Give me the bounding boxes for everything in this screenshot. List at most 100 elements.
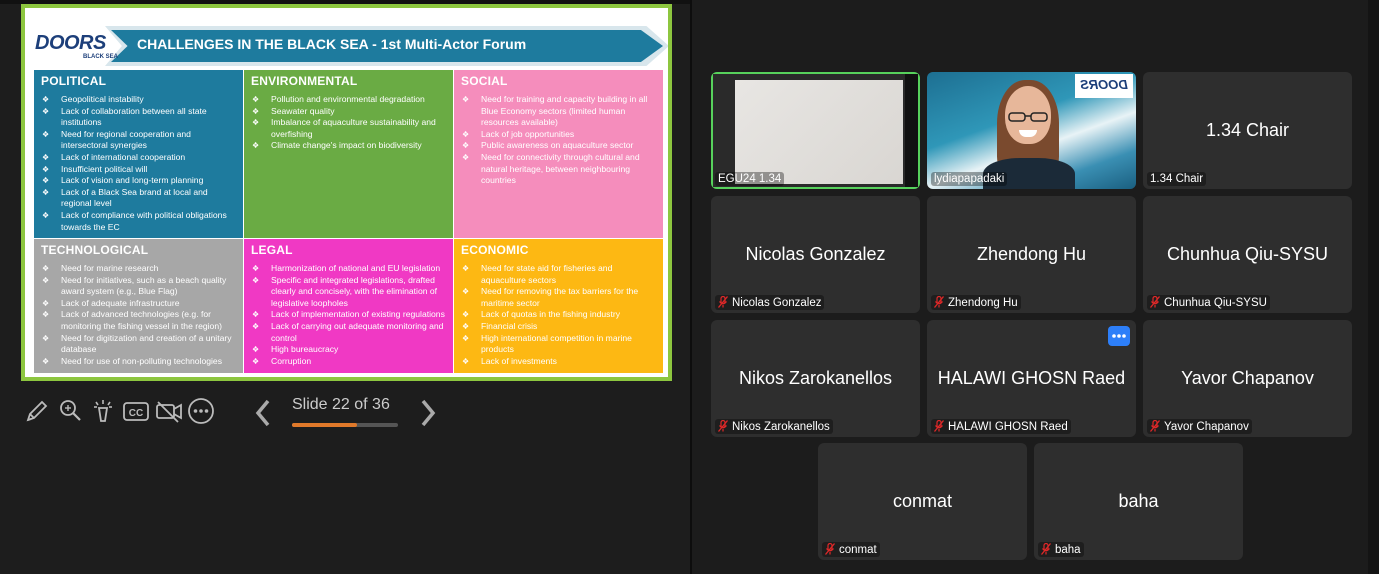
cell-heading: ECONOMIC: [461, 243, 529, 257]
challenge-item: Lack of a Black Sea brand at local and r…: [41, 187, 237, 210]
participant-tile-lydia[interactable]: DOORS lydiapapadaki: [927, 72, 1136, 189]
participant-tile-conmat[interactable]: conmat conmat: [818, 443, 1027, 560]
cell-heading: ENVIRONMENTAL: [251, 74, 358, 88]
more-options-button[interactable]: [1108, 326, 1130, 346]
challenge-item: Lack of international cooperation: [41, 152, 237, 164]
challenge-item: Seawater quality: [251, 106, 447, 118]
challenge-item: Need for connectivity through cultural a…: [461, 152, 657, 187]
cell-list: Need for state aid for fisheries and aqu…: [461, 263, 657, 367]
participant-name-tag: Chunhua Qiu-SYSU: [1147, 295, 1270, 310]
video-feed: [713, 74, 918, 187]
participant-name: HALAWI GHOSN Raed: [948, 421, 1068, 433]
video-person-glasses: [1008, 112, 1048, 122]
cell-list: Geopolitical instabilityLack of collabor…: [41, 94, 237, 233]
participant-display-name: conmat: [892, 491, 953, 511]
challenge-item: Lack of job opportunities: [461, 129, 657, 141]
cell-list: Need for marine researchNeed for initiat…: [41, 263, 237, 367]
video-icon[interactable]: [154, 396, 184, 426]
challenge-item: Lack of collaboration between all state …: [41, 106, 237, 129]
challenge-item: Climate change's impact on biodiversity: [251, 140, 447, 152]
participant-name-tag: 1.34 Chair: [1147, 172, 1207, 186]
cell-heading: TECHNOLOGICAL: [41, 243, 149, 257]
participant-tile-nicolas[interactable]: Nicolas Gonzalez Nicolas Gonzalez: [711, 196, 920, 313]
cell-heading: SOCIAL: [461, 74, 508, 88]
participant-name: Zhendong Hu: [948, 297, 1018, 309]
participant-name: baha: [1055, 544, 1081, 556]
cell-heading: LEGAL: [251, 243, 293, 257]
closed-captions-icon[interactable]: CC: [121, 396, 151, 426]
slide-progress-bar: [292, 423, 398, 427]
challenge-item: Lack of advanced technologies (e.g. for …: [41, 309, 237, 332]
participant-name-tag: baha: [1038, 542, 1084, 557]
cell-list: Pollution and environmental degradationS…: [251, 94, 447, 152]
mirrored-logo-banner: DOORS: [1075, 74, 1133, 98]
participant-name: Nicolas Gonzalez: [732, 297, 822, 309]
challenge-item: Public awareness on aquaculture sector: [461, 140, 657, 152]
slide-title: CHALLENGES IN THE BLACK SEA - 1st Multi-…: [137, 36, 527, 52]
muted-mic-icon: [718, 420, 728, 432]
previous-slide-button[interactable]: [251, 398, 275, 428]
participant-name: Chunhua Qiu-SYSU: [1164, 297, 1267, 309]
participant-name-tag: EGU24 1.34: [715, 172, 785, 186]
participant-tile-nikos[interactable]: Nikos Zarokanellos Nikos Zarokanellos: [711, 320, 920, 437]
next-slide-button[interactable]: [416, 398, 440, 428]
challenge-item: Lack of carrying out adequate monitoring…: [251, 321, 447, 344]
chevron-right-icon: [421, 399, 436, 427]
svg-text:CC: CC: [129, 408, 143, 419]
challenge-item: Lack of implementation of existing regul…: [251, 309, 447, 321]
participant-name-tag: lydiapapadaki: [931, 172, 1008, 186]
slide-frame: DOORS BLACK SEA CHALLENGES IN THE BLACK …: [21, 4, 672, 381]
muted-mic-icon: [825, 543, 835, 555]
political-cell: POLITICAL Geopolitical instabilityLack o…: [34, 70, 243, 238]
participant-name: Nikos Zarokanellos: [732, 421, 830, 433]
challenge-item: Need for use of non-polluting technologi…: [41, 356, 237, 368]
challenge-item: High international competition in marine…: [461, 333, 657, 356]
participant-display-name: 1.34 Chair: [1205, 120, 1290, 140]
challenges-grid: POLITICAL Geopolitical instabilityLack o…: [34, 70, 663, 375]
gallery-scrollbar[interactable]: [1368, 0, 1379, 574]
participant-tile-egu[interactable]: EGU24 1.34: [711, 72, 920, 189]
pen-icon[interactable]: [22, 396, 52, 426]
challenge-item: Lack of compliance with political obliga…: [41, 210, 237, 233]
participant-name-tag: HALAWI GHOSN Raed: [931, 419, 1071, 434]
challenge-item: Harmonization of national and EU legisla…: [251, 263, 447, 275]
challenge-item: Specific and integrated legislations, dr…: [251, 275, 447, 310]
challenge-item: Corruption: [251, 356, 447, 368]
economic-cell: ECONOMIC Need for state aid for fisherie…: [454, 239, 663, 373]
challenge-item: Financial crisis: [461, 321, 657, 333]
challenge-item: High bureaucracy: [251, 344, 447, 356]
participant-name-tag: Nikos Zarokanellos: [715, 419, 833, 434]
chevron-left-icon: [255, 399, 270, 427]
more-icon[interactable]: [186, 396, 216, 426]
shared-screen: DOORS BLACK SEA CHALLENGES IN THE BLACK …: [0, 0, 690, 574]
challenge-item: Need for removing the tax barriers for t…: [461, 286, 657, 309]
participant-display-name: Zhendong Hu: [976, 244, 1087, 264]
slide: DOORS BLACK SEA CHALLENGES IN THE BLACK …: [25, 8, 668, 377]
laser-pointer-icon[interactable]: [88, 396, 118, 426]
participant-name: Yavor Chapanov: [1164, 421, 1249, 433]
challenge-item: Need for digitization and creation of a …: [41, 333, 237, 356]
doors-logo: DOORS BLACK SEA: [29, 30, 125, 66]
participant-tile-chair[interactable]: 1.34 Chair 1.34 Chair: [1143, 72, 1352, 189]
participant-tile-halawi[interactable]: HALAWI GHOSN Raed HALAWI GHOSN Raed: [927, 320, 1136, 437]
challenge-item: Lack of adequate infrastructure: [41, 298, 237, 310]
cell-list: Need for training and capacity building …: [461, 94, 657, 187]
video-content: [735, 80, 903, 184]
participant-display-name: Chunhua Qiu-SYSU: [1166, 244, 1329, 264]
participant-tile-baha[interactable]: baha baha: [1034, 443, 1243, 560]
challenge-item: Need for marine research: [41, 263, 237, 275]
muted-mic-icon: [934, 420, 944, 432]
video-shadow: [905, 74, 918, 187]
challenge-item: Lack of vision and long-term planning: [41, 175, 237, 187]
participant-name-tag: Nicolas Gonzalez: [715, 295, 825, 310]
challenge-item: Need for regional cooperation and inters…: [41, 129, 237, 152]
participant-tile-chunhua[interactable]: Chunhua Qiu-SYSU Chunhua Qiu-SYSU: [1143, 196, 1352, 313]
technological-cell: TECHNOLOGICAL Need for marine researchNe…: [34, 239, 243, 373]
zoom-icon[interactable]: [56, 396, 86, 426]
muted-mic-icon: [934, 296, 944, 308]
participant-name-tag: conmat: [822, 542, 880, 557]
slide-counter: Slide 22 of 36: [292, 396, 390, 413]
participant-tile-yavor[interactable]: Yavor Chapanov Yavor Chapanov: [1143, 320, 1352, 437]
participant-tile-zhendong[interactable]: Zhendong Hu Zhendong Hu: [927, 196, 1136, 313]
cell-list: Harmonization of national and EU legisla…: [251, 263, 447, 367]
